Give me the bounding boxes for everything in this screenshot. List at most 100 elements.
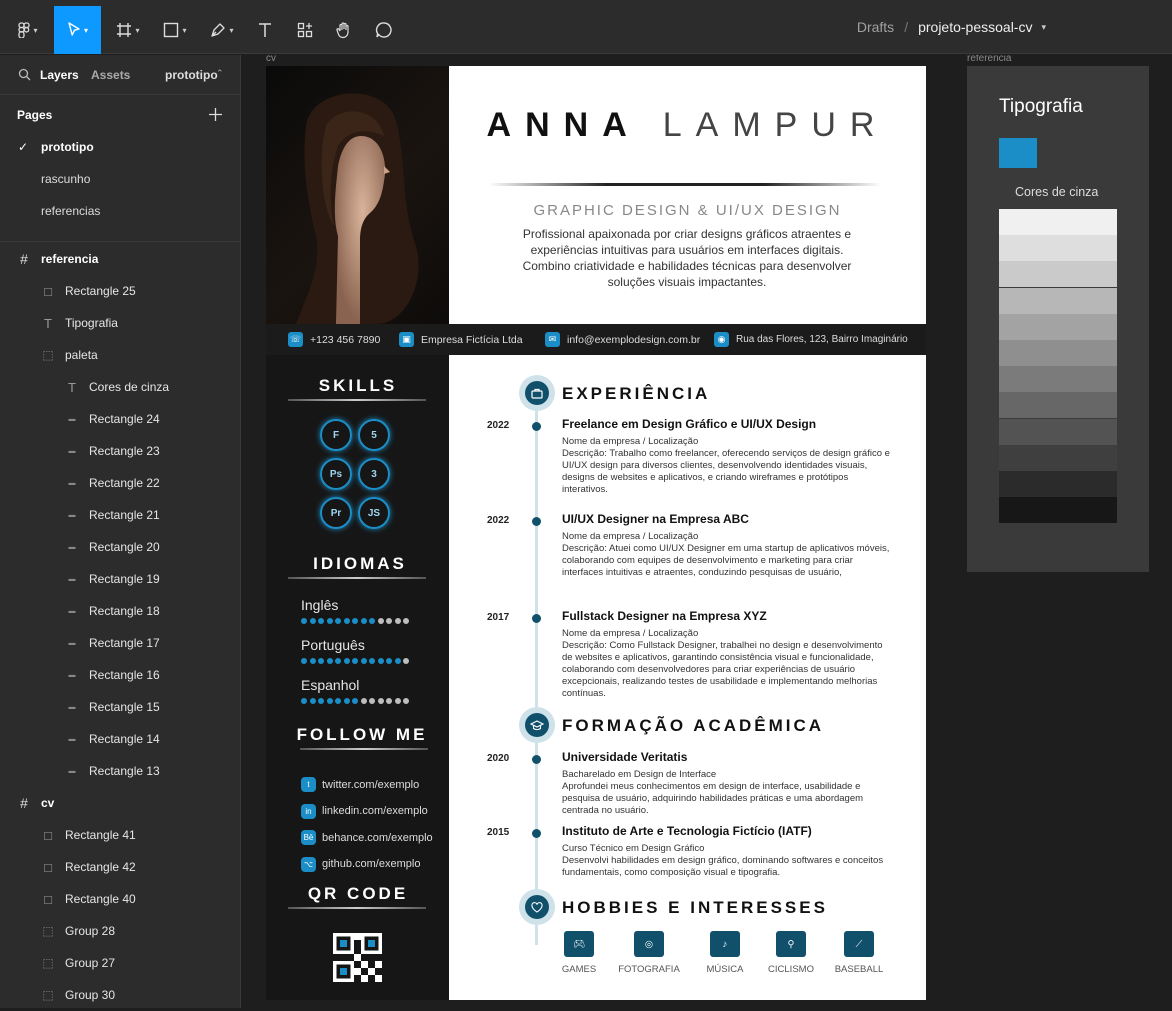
add-page-icon[interactable]	[209, 108, 222, 121]
current-page-selector[interactable]: prototipo	[165, 68, 218, 82]
gray-swatch	[999, 261, 1117, 288]
layer-item[interactable]: T Tipografia	[0, 307, 240, 339]
level-dot	[369, 618, 375, 624]
layer-item[interactable]: □ Rectangle 42	[0, 851, 240, 883]
follow-item[interactable]: in linkedin.com/exemplo	[301, 803, 428, 819]
page-label: referencias	[41, 204, 101, 218]
follow-item[interactable]: ⌥ github.com/exemplo	[301, 856, 420, 872]
canvas[interactable]: cv referencia ANNA LAMPUR GRAPHIC DESIGN …	[242, 55, 1172, 1008]
search-icon[interactable]	[18, 68, 31, 81]
move-tool-button[interactable]: ▾	[54, 6, 101, 54]
cv-frame-label[interactable]: cv	[266, 55, 276, 64]
layer-item[interactable]: ▬ Rectangle 18	[0, 595, 240, 627]
location-icon: ◉	[714, 332, 729, 347]
languages-underline	[288, 577, 426, 579]
tab-assets[interactable]: Assets	[91, 68, 130, 82]
layer-item[interactable]: ⬚ Group 28	[0, 915, 240, 947]
phone-icon: ☏	[288, 332, 303, 347]
layer-item[interactable]: # referencia	[0, 243, 240, 275]
top-toolbar: ▾ ▾ ▾ ▾ ▾ Drafts / projeto-pessoal-cv ▾	[0, 0, 1172, 54]
timeline-dot	[532, 422, 541, 431]
education-title: FORMAÇÃO ACADÊMICA	[562, 716, 825, 735]
page-item-rascunho[interactable]: rascunho	[0, 163, 240, 195]
layer-label: Rectangle 17	[89, 636, 160, 650]
layer-item[interactable]: ▬ Rectangle 19	[0, 563, 240, 595]
layer-item[interactable]: ▬ Rectangle 24	[0, 403, 240, 435]
file-name[interactable]: projeto-pessoal-cv	[918, 19, 1032, 35]
cv-about: Profissional apaixonada por criar design…	[522, 227, 852, 289]
profile-photo	[266, 66, 449, 324]
follow-item[interactable]: t twitter.com/exemplo	[301, 777, 419, 792]
pen-tool-button[interactable]: ▾	[202, 6, 242, 54]
level-dot	[394, 658, 401, 664]
layer-item[interactable]: □ Rectangle 25	[0, 275, 240, 307]
layer-item[interactable]: □ Rectangle 40	[0, 883, 240, 915]
page-label: prototipo	[41, 140, 94, 154]
cv-frame[interactable]: ANNA LAMPUR GRAPHIC DESIGN & UI/UX DESIGN…	[266, 66, 926, 1000]
contact-text: info@exemplodesign.com.br	[567, 333, 701, 346]
breadcrumb-drafts[interactable]: Drafts	[857, 19, 894, 35]
entry-title: Fullstack Designer na Empresa XYZ	[562, 609, 767, 623]
timeline-dot	[532, 614, 541, 623]
qr-title: QR CODE	[307, 884, 409, 903]
premiere-icon: Pr	[320, 497, 352, 529]
layer-item[interactable]: ▬ Rectangle 23	[0, 435, 240, 467]
referencia-frame[interactable]: Tipografia Cores de cinza	[967, 66, 1149, 572]
skills-underline	[288, 399, 426, 401]
gray-swatch	[999, 209, 1117, 235]
header-divider	[489, 183, 881, 186]
hobby-label: GAMES	[561, 964, 597, 975]
layer-item[interactable]: # cv	[0, 787, 240, 819]
timeline-entry: Instituto de Arte e Tecnologia Fictício …	[562, 824, 892, 879]
tab-layers[interactable]: Layers	[40, 68, 79, 82]
layer-item[interactable]: T Cores de cinza	[0, 371, 240, 403]
layer-label: Rectangle 21	[89, 508, 160, 522]
mail-icon: ✉	[545, 332, 560, 347]
file-menu-chevron-icon[interactable]: ▾	[1041, 22, 1046, 33]
level-dot	[394, 618, 401, 624]
first-name: ANNA	[486, 106, 641, 144]
layer-item[interactable]: ▬ Rectangle 15	[0, 691, 240, 723]
layer-item[interactable]: ▬ Rectangle 14	[0, 723, 240, 755]
layer-label: Tipografia	[65, 316, 118, 330]
page-item-prototipo[interactable]: ✓ prototipo	[0, 131, 240, 163]
comment-tool-button[interactable]	[369, 6, 399, 54]
heart-icon	[531, 901, 543, 913]
timeline-dot	[532, 755, 541, 764]
layer-item[interactable]: ▬ Rectangle 20	[0, 531, 240, 563]
hobby-item: ◎ FOTOGRAFIA	[618, 931, 680, 975]
layer-item[interactable]: ▬ Rectangle 22	[0, 467, 240, 499]
page-item-referencias[interactable]: referencias	[0, 195, 240, 227]
chevron-up-icon[interactable]: ⌃	[216, 68, 224, 79]
shape-tool-button[interactable]: ▾	[155, 6, 195, 54]
follow-item[interactable]: Bē behance.com/exemplo	[301, 830, 433, 845]
referencia-frame-label[interactable]: referencia	[967, 55, 1011, 64]
layer-item[interactable]: ▬ Rectangle 21	[0, 499, 240, 531]
hand-tool-button[interactable]	[329, 6, 359, 54]
hobby-label: BASEBALL	[834, 964, 884, 975]
text-tool-button[interactable]	[250, 6, 280, 54]
layer-item[interactable]: □ Rectangle 41	[0, 819, 240, 851]
level-dot	[326, 618, 333, 624]
css3-icon: 3	[358, 458, 390, 490]
level-dot	[318, 658, 324, 664]
layer-item[interactable]: ⬚ paleta	[0, 339, 240, 371]
level-dot	[301, 658, 307, 664]
layer-item[interactable]: ⬚ Group 30	[0, 979, 240, 1011]
resources-button[interactable]	[290, 6, 320, 54]
level-dot	[318, 698, 324, 704]
group-icon: ⬚	[42, 988, 54, 1002]
rectangle-icon: □	[44, 283, 52, 299]
layer-item[interactable]: ⬚ Group 27	[0, 947, 240, 979]
layer-item[interactable]: ▬ Rectangle 16	[0, 659, 240, 691]
gray-swatch	[999, 313, 1117, 340]
entry-description: Descrição: Atuei como UI/UX Designer em …	[562, 543, 890, 578]
frame-tool-button[interactable]: ▾	[108, 6, 148, 54]
timeline-entry: Universidade Veritatis Bacharelado em Des…	[562, 750, 892, 817]
layer-label: Rectangle 13	[89, 764, 160, 778]
resources-icon	[297, 22, 313, 38]
layer-item[interactable]: ▬ Rectangle 13	[0, 755, 240, 787]
layer-item[interactable]: ▬ Rectangle 17	[0, 627, 240, 659]
main-menu-button[interactable]: ▾	[10, 6, 46, 54]
contact-item: ☏ +123 456 7890	[288, 332, 380, 347]
